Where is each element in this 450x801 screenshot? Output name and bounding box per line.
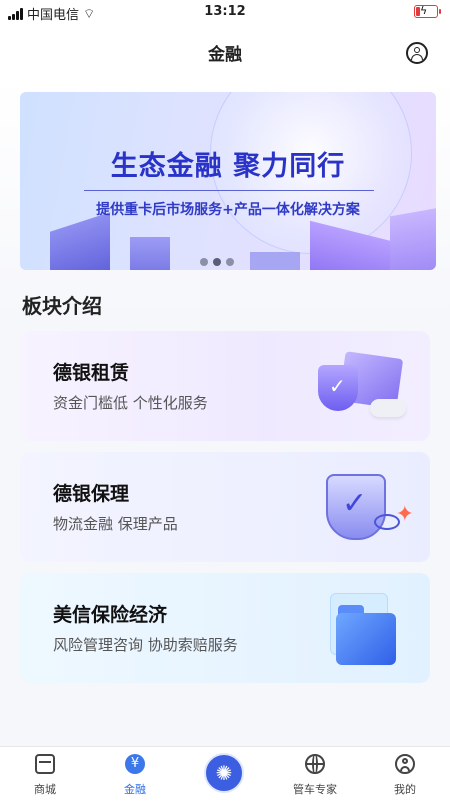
tab-finance[interactable]: ¥ 金融 — [90, 747, 180, 801]
globe-icon — [305, 754, 325, 774]
carousel-dot[interactable] — [200, 258, 208, 266]
card-factoring[interactable]: 德银保理 物流金融 保理产品 ✦ — [20, 452, 430, 562]
section-title: 板块介绍 — [22, 294, 102, 318]
carousel-dots[interactable] — [200, 258, 234, 266]
building-graphic — [250, 252, 300, 270]
banner-divider — [84, 190, 374, 191]
card-insurance[interactable]: 美信保险经济 风险管理咨询 协助索赔服务 — [20, 573, 430, 683]
building-graphic — [130, 237, 170, 270]
shop-icon — [35, 754, 55, 774]
status-time: 13:12 — [204, 4, 246, 19]
tab-fleet-expert[interactable]: 管车专家 — [270, 747, 360, 801]
page-title: 金融 — [208, 45, 242, 65]
status-bar: 中国电信 ⌔ 13:12 ϟ — [0, 0, 450, 26]
card-leasing[interactable]: 德银租赁 资金门槛低 个性化服务 — [20, 331, 430, 441]
shield-check-illustration-icon: ✦ — [314, 468, 414, 548]
bottom-tab-bar: 商城 ¥ 金融 ✺ 管车专家 我的 — [0, 746, 450, 801]
battery-icon: ϟ — [414, 4, 441, 18]
building-graphic — [50, 212, 110, 270]
banner-subtitle: 提供重卡后市场服务+产品一体化解决方案 — [96, 202, 360, 218]
user-profile-icon[interactable] — [406, 42, 428, 64]
card-title: 德银保理 — [53, 483, 130, 505]
center-logo-icon[interactable]: ✺ — [204, 753, 244, 793]
card-title: 德银租赁 — [53, 362, 130, 384]
tab-shop[interactable]: 商城 — [0, 747, 90, 801]
card-description: 资金门槛低 个性化服务 — [53, 394, 208, 412]
folder-shield-illustration-icon — [312, 349, 412, 429]
tab-label: 商城 — [34, 783, 56, 796]
card-description: 风险管理咨询 协助索赔服务 — [53, 636, 238, 654]
carousel-dot[interactable] — [226, 258, 234, 266]
tab-label: 金融 — [124, 783, 146, 796]
tab-label: 管车专家 — [293, 783, 337, 796]
tab-mine[interactable]: 我的 — [360, 747, 450, 801]
carousel-dot-active[interactable] — [213, 258, 221, 266]
promo-banner[interactable]: 生态金融 聚力同行 提供重卡后市场服务+产品一体化解决方案 — [20, 92, 436, 270]
top-nav: 金融 — [0, 26, 450, 78]
user-icon — [395, 754, 415, 774]
card-description: 物流金融 保理产品 — [53, 515, 178, 533]
folder-illustration-icon — [316, 587, 406, 671]
tab-label: 我的 — [394, 783, 416, 796]
card-title: 美信保险经济 — [53, 604, 168, 626]
yen-icon: ¥ — [125, 754, 145, 774]
banner-title: 生态金融 聚力同行 — [110, 151, 346, 182]
